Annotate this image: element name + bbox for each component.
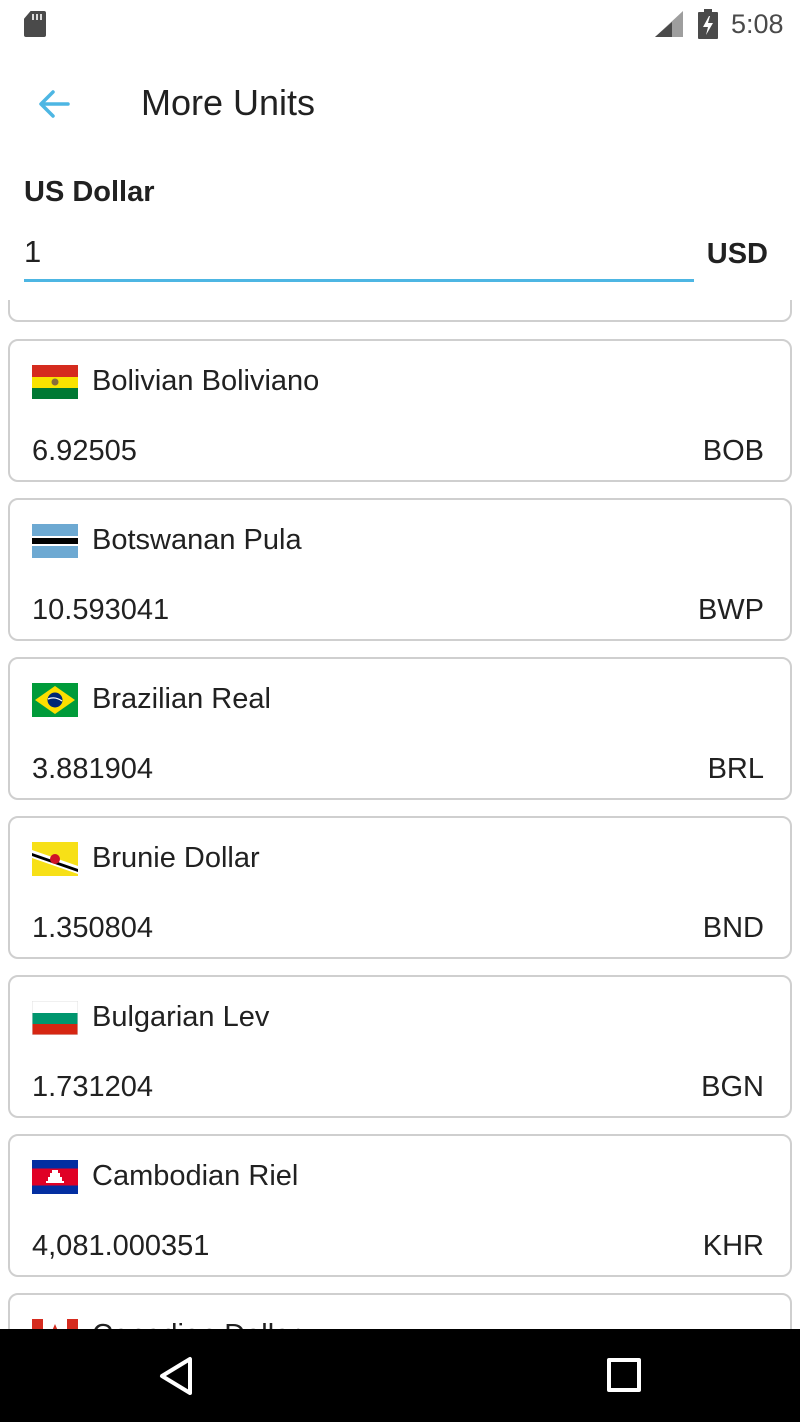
currency-value: 1.731204 (32, 1071, 153, 1103)
currency-name: Brazilian Real (92, 683, 271, 715)
status-bar: 5:08 (0, 0, 800, 48)
currency-value: 4,081.000351 (32, 1230, 210, 1262)
currency-code: BRL (707, 753, 764, 785)
currency-code: BND (702, 912, 764, 944)
currency-value: 1.350804 (32, 912, 153, 944)
currency-name: Brunie Dollar (92, 842, 260, 874)
bulgaria-flag-icon (32, 1001, 78, 1035)
base-currency-label: US Dollar (24, 176, 155, 208)
currency-name: Botswanan Pula (92, 524, 302, 556)
currency-card[interactable]: Bolivian Boliviano 6.92505 BOB (8, 339, 792, 482)
amount-input[interactable] (24, 232, 694, 282)
sd-card-icon (24, 11, 46, 37)
signal-icon (655, 11, 683, 37)
battery-charging-icon (698, 9, 718, 39)
currency-card[interactable] (8, 300, 792, 322)
currency-value: 3.881904 (32, 753, 153, 785)
bolivia-flag-icon (32, 365, 78, 399)
currency-card[interactable]: Botswanan Pula 10.593041 BWP (8, 498, 792, 641)
botswana-flag-icon (32, 524, 78, 558)
currency-card[interactable]: Brazilian Real 3.881904 BRL (8, 657, 792, 800)
brazil-flag-icon (32, 683, 78, 717)
navigation-bar (0, 1329, 800, 1422)
arrow-back-icon (39, 90, 70, 118)
currency-code: BOB (702, 435, 764, 467)
brunei-flag-icon (32, 842, 78, 876)
app-bar: More Units (0, 48, 800, 158)
page-title: More Units (141, 82, 316, 123)
currency-name: Bulgarian Lev (92, 1001, 270, 1033)
currency-code: BWP (697, 594, 764, 626)
currency-code: BGN (701, 1071, 764, 1103)
currency-card[interactable]: Bulgarian Lev 1.731204 BGN (8, 975, 792, 1118)
currency-name: Bolivian Boliviano (92, 365, 320, 397)
status-clock: 5:08 (731, 9, 784, 39)
nav-recents-icon[interactable] (607, 1358, 641, 1392)
currency-list[interactable]: Bolivian Boliviano 6.92505 BOB Botswanan… (0, 300, 800, 1330)
currency-card[interactable]: Brunie Dollar 1.350804 BND (8, 816, 792, 959)
base-currency-code: USD (706, 238, 768, 270)
currency-card[interactable]: Cambodian Riel 4,081.000351 KHR (8, 1134, 792, 1277)
currency-value: 6.92505 (32, 435, 137, 467)
currency-value: 10.593041 (32, 594, 170, 626)
currency-code: KHR (702, 1230, 764, 1262)
cambodia-flag-icon (32, 1160, 78, 1194)
currency-card[interactable]: Canadian Dollar (8, 1293, 792, 1330)
currency-name: Cambodian Riel (92, 1160, 299, 1192)
back-button[interactable] (28, 78, 80, 130)
nav-back-icon[interactable] (154, 1353, 200, 1399)
